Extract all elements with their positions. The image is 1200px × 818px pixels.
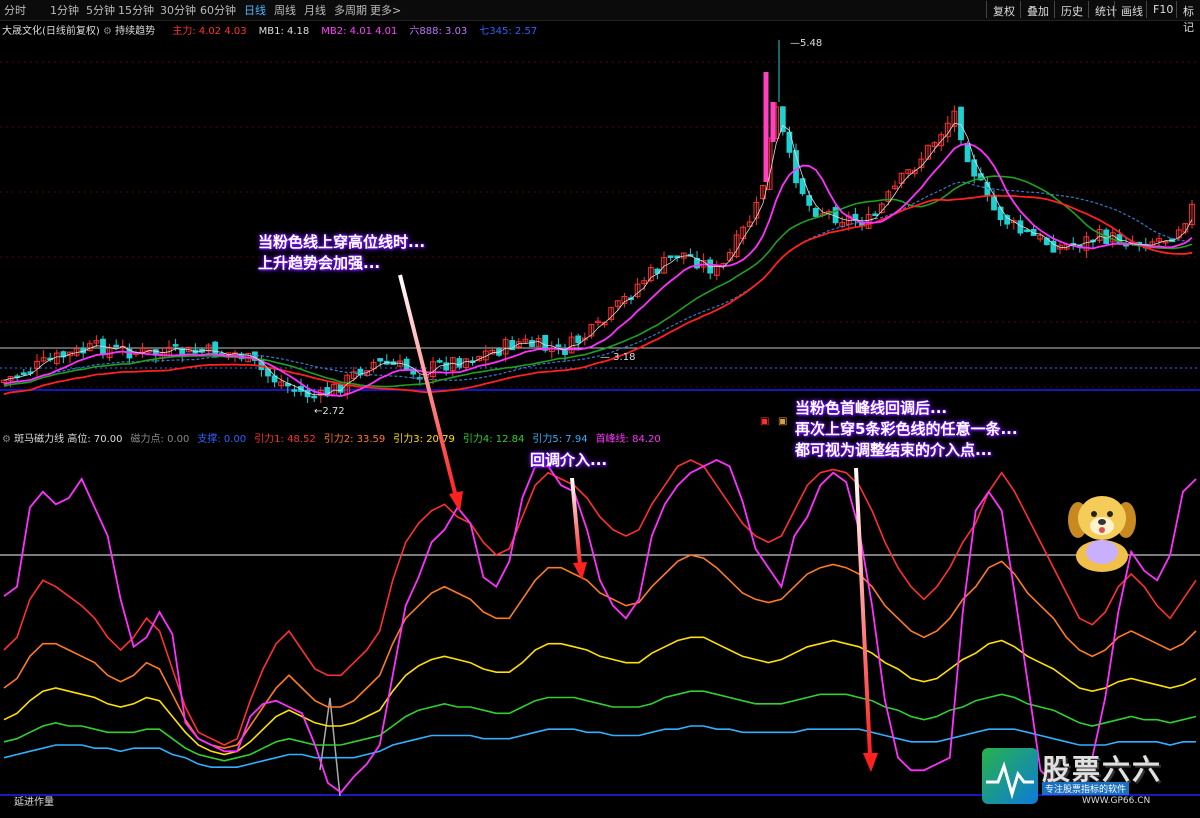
mid-price-label: — 3.18 <box>600 352 635 363</box>
series-line <box>3 636 1197 756</box>
tab-period[interactable]: 15分钟 <box>118 2 154 18</box>
low-price-label: ←2.72 <box>314 406 345 417</box>
candle-body <box>1004 215 1011 225</box>
candle-body <box>812 207 819 217</box>
candle-body <box>311 395 318 399</box>
candle-body <box>113 344 120 348</box>
candle-body <box>20 372 27 376</box>
candle-body <box>575 335 582 344</box>
callout-line: 再次上穿5条彩色线的任意一条... <box>795 420 1018 438</box>
candle-body <box>779 106 786 133</box>
candle-body <box>964 143 971 163</box>
candle-body <box>770 102 776 142</box>
candle-body <box>1043 237 1050 246</box>
info-marker-icon[interactable]: ▣ <box>778 416 787 427</box>
callout-line: 上升趋势会加强... <box>258 254 381 272</box>
logo-subtitle: 专注股票指标的软件 <box>1042 782 1130 795</box>
candle-body <box>291 389 298 392</box>
tab-period[interactable]: 多周期 <box>334 2 367 18</box>
callout-line: 当粉色线上穿高位线时... <box>258 233 426 251</box>
callout-line: 当粉色首峰线回调后... <box>795 399 948 417</box>
candle-body <box>1024 229 1030 233</box>
candle-body <box>763 72 769 182</box>
tab-period[interactable]: 5分钟 <box>86 2 115 18</box>
candlestick-chart[interactable]: —5.48 ←2.72 — 3.18 <box>0 32 1200 424</box>
candle-body <box>456 358 463 368</box>
toolbar-button[interactable]: F10 <box>1146 1 1179 18</box>
gp66-logo: 股票六六 专注股票指标的软件 WWW.GP66.CN <box>982 748 1198 814</box>
footer-label: 延进作量 <box>14 797 54 808</box>
callout-pullback: 回调介入... <box>530 450 607 471</box>
callout-line: 回调介入... <box>530 451 608 469</box>
tab-period[interactable]: 周线 <box>274 2 296 18</box>
tab-period[interactable]: 30分钟 <box>160 2 196 18</box>
toolbar-button[interactable]: 复权 <box>986 1 1021 18</box>
toolbar-button[interactable]: 标记 <box>1176 1 1200 34</box>
candle-body <box>667 255 674 258</box>
toolbar-button[interactable]: 历史 <box>1054 1 1089 18</box>
tab-period[interactable]: 更多> <box>370 2 401 18</box>
tab-period[interactable]: 分时 <box>4 2 26 18</box>
tab-period[interactable]: 60分钟 <box>200 2 236 18</box>
toolbar-button[interactable]: 画线 <box>1114 1 1149 18</box>
dog-mascot-icon <box>1068 496 1136 572</box>
series-line <box>3 554 1197 750</box>
tab-period[interactable]: 月线 <box>304 2 326 18</box>
logo-mark-icon <box>982 748 1038 804</box>
candle-body <box>958 106 964 141</box>
high-price-label: —5.48 <box>790 38 822 49</box>
candle-body <box>707 259 714 274</box>
logo-url: WWW.GP66.CN <box>1082 796 1151 806</box>
candle-body <box>997 206 1004 221</box>
candle-body <box>872 213 879 216</box>
period-toolbar: 分时 1分钟 5分钟 15分钟 30分钟 60分钟 日线 周线 月线 多周期 更多> 复权 叠加 历史 统计… <box>0 0 1200 34</box>
toolbar-button[interactable]: 叠加 <box>1020 1 1055 18</box>
candle-body <box>654 268 661 274</box>
candle-body <box>555 344 562 347</box>
candle-body <box>529 340 535 347</box>
callout-line: 都可视为调整结束的介入点... <box>795 441 993 459</box>
magnet-spike <box>319 697 341 797</box>
candle-body <box>172 344 179 347</box>
callout-peak-pullback: 当粉色首峰线回调后... 再次上穿5条彩色线的任意一条... 都可视为调整结束的… <box>795 398 1018 461</box>
tab-period[interactable]: 1分钟 <box>50 2 79 18</box>
candle-body <box>436 360 443 363</box>
callout-cross-high: 当粉色线上穿高位线时... 上升趋势会加强... <box>258 232 425 274</box>
candle-body <box>377 358 384 362</box>
series-line <box>3 458 1197 794</box>
event-marker-icon[interactable]: ▣ <box>760 416 769 427</box>
tab-period[interactable]: 日线 <box>244 2 266 18</box>
